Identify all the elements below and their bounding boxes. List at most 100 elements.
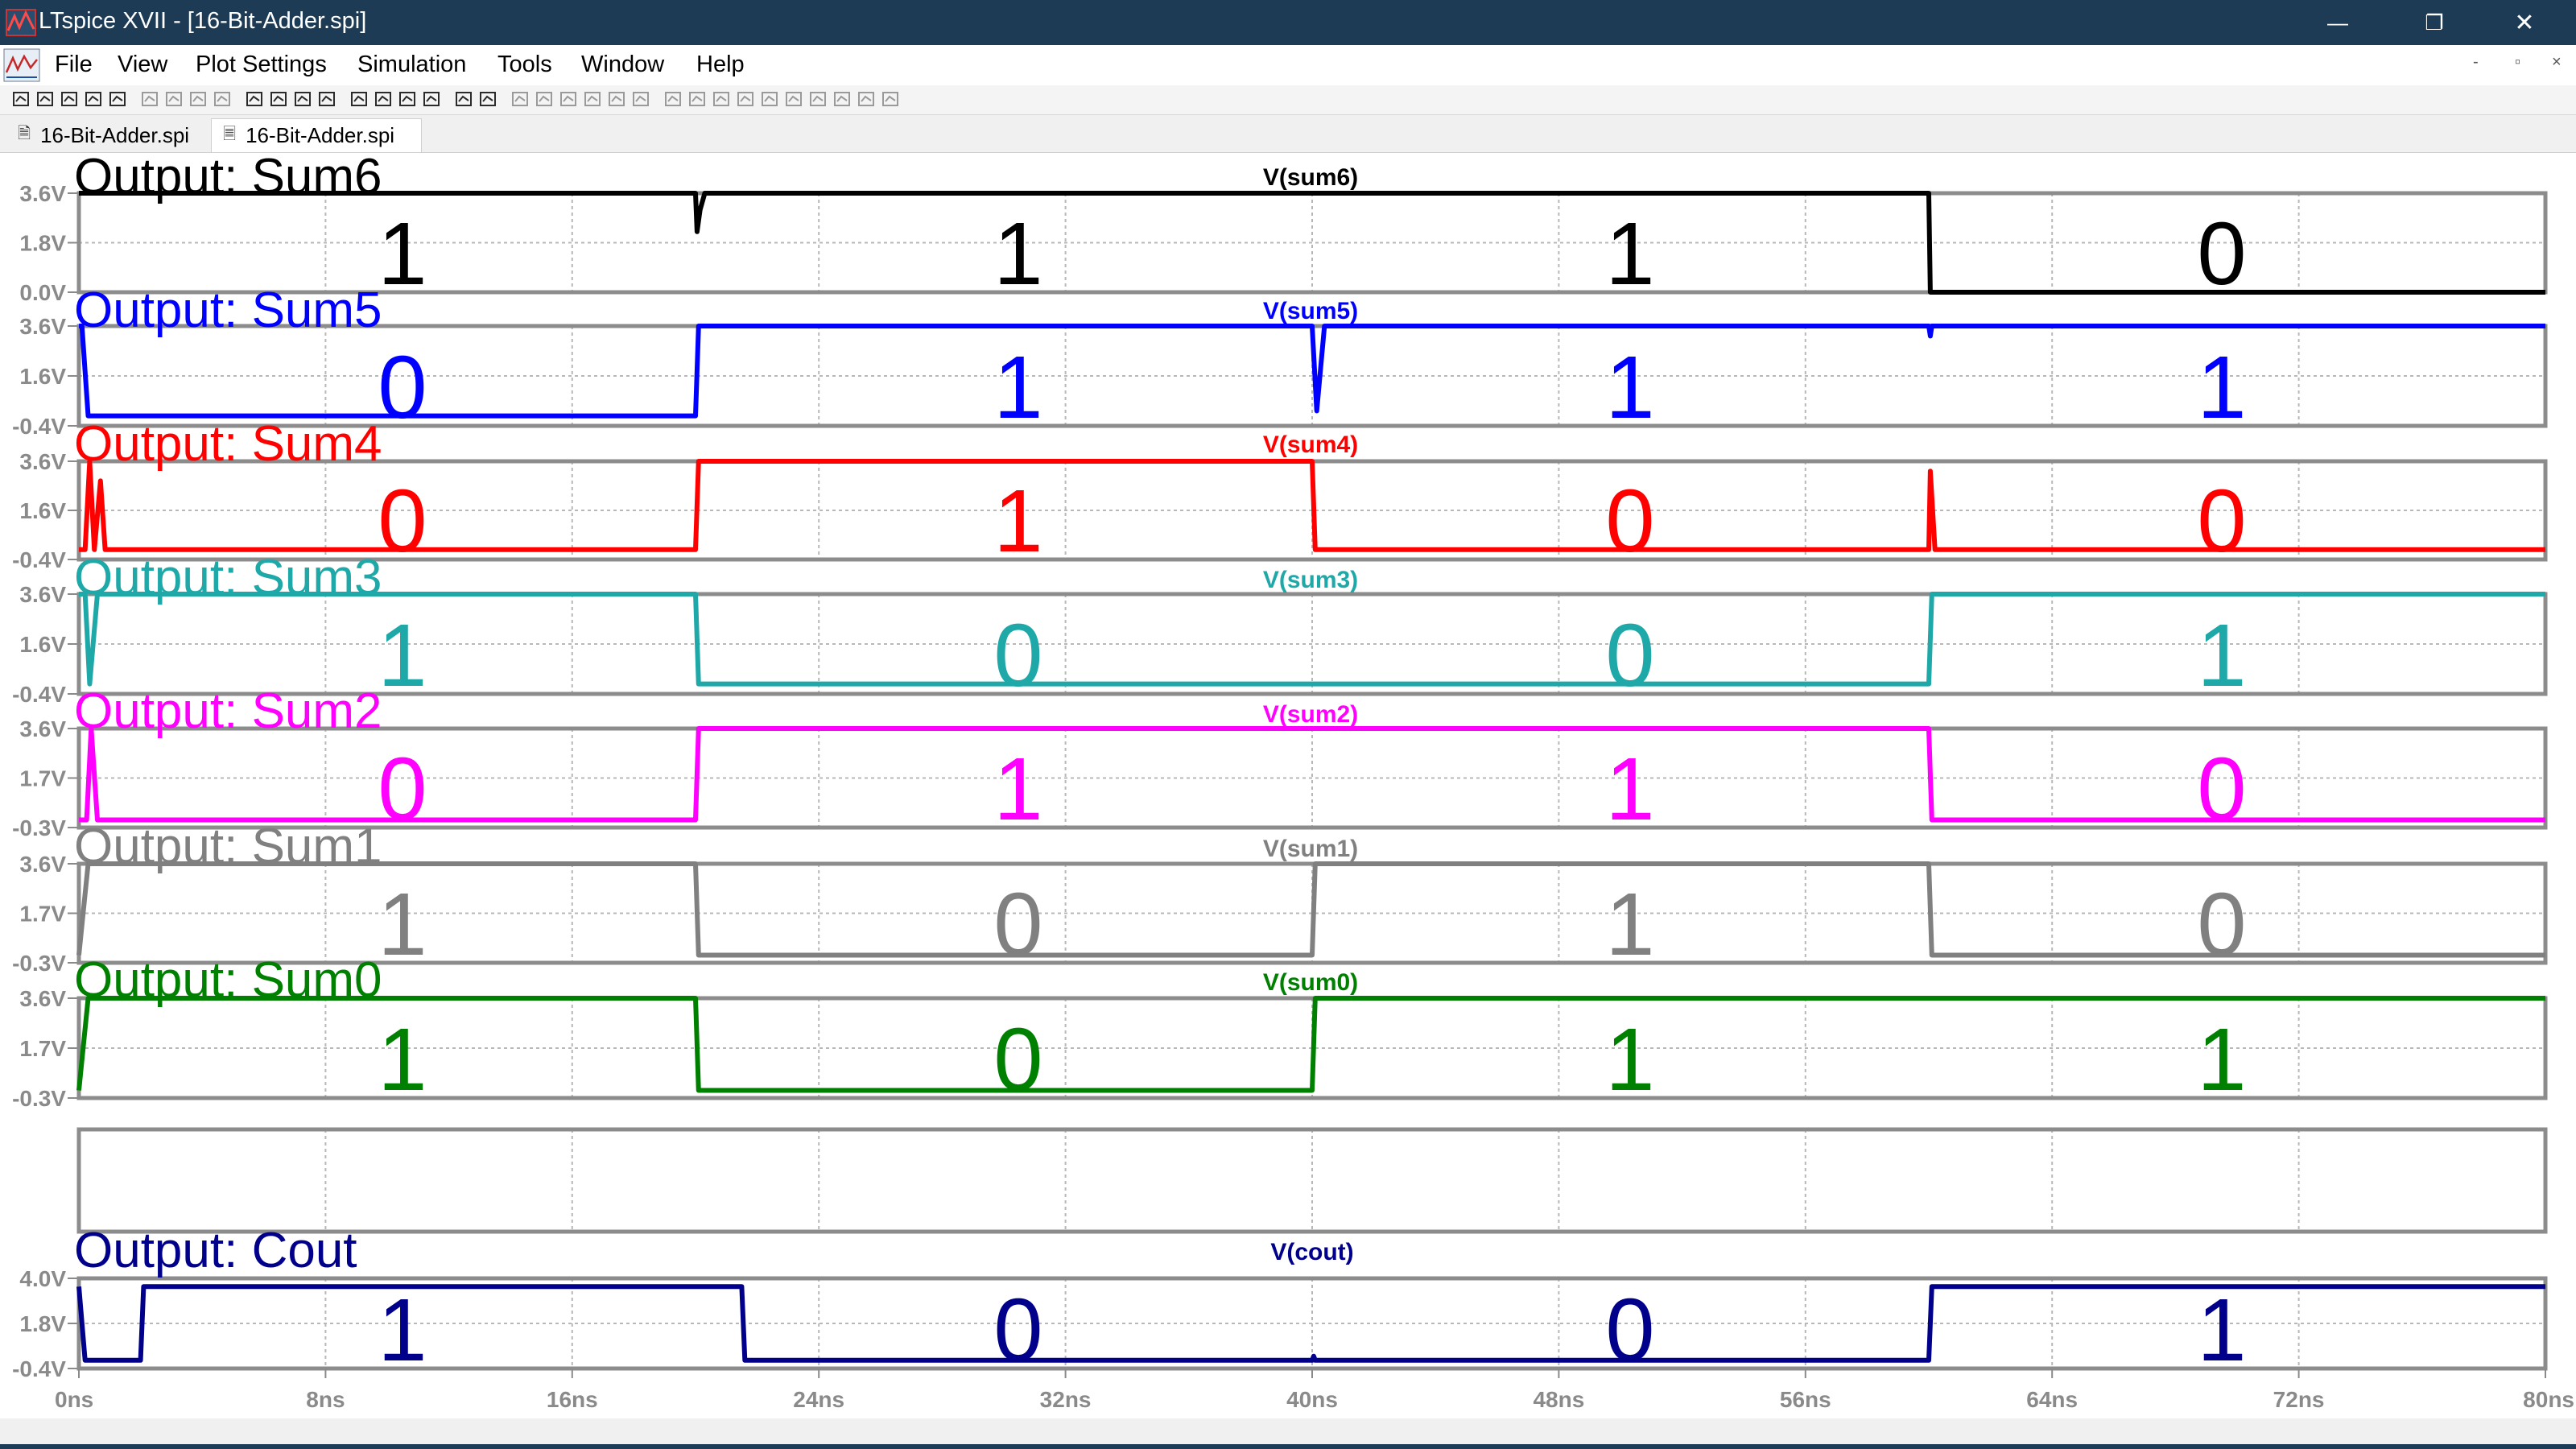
x-tick-label: 0ns [55,1387,93,1412]
redo-icon[interactable] [784,89,803,109]
diode-icon[interactable] [687,89,707,109]
y-tick-label: 3.6V [19,314,66,339]
undo-icon[interactable] [760,89,779,109]
resistor-icon[interactable] [607,89,626,109]
menu-help[interactable]: Help [696,52,745,78]
tab-schematic[interactable]: 🗎 16-Bit-Adder.spi [6,118,208,152]
restore-icon: ❐ [2425,10,2444,35]
ground-icon[interactable] [535,89,554,109]
cascade-icon[interactable] [317,89,336,109]
trace-label[interactable]: V(sum6) [1263,164,1358,191]
component-icon[interactable] [583,89,602,109]
zoom-out-icon[interactable] [164,89,184,109]
menu-view[interactable]: View [118,52,167,78]
inductor-icon[interactable] [663,89,683,109]
x-tick-label: 72ns [2273,1387,2325,1412]
trace-line-vsum4[interactable] [79,459,2545,552]
bit-value-label: 1 [378,1010,427,1109]
close-button[interactable]: ✕ [2486,3,2563,42]
status-bar [0,1418,2576,1449]
control-panel-icon[interactable] [84,89,103,109]
output-title: Output: Sum6 [74,153,382,204]
bit-value-label: 0 [993,1010,1042,1109]
y-tick-label: 3.6V [19,852,66,877]
bit-value-label: 0 [2197,740,2246,839]
y-tick-label: -0.4V [12,682,66,707]
zoom-fit-icon[interactable] [188,89,208,109]
restore-button[interactable]: ❐ [2396,3,2473,42]
mdi-restore-button[interactable]: ▫ [2515,53,2520,72]
print-preview-icon[interactable] [454,89,473,109]
y-tick-label: 1.7V [19,1036,66,1061]
bit-value-label: 1 [378,1281,427,1380]
open-icon[interactable] [35,89,55,109]
trace-label[interactable]: V(sum5) [1263,298,1358,324]
trace-label[interactable]: V(sum4) [1263,431,1358,458]
x-tick-label: 16ns [547,1387,598,1412]
y-tick-label: 3.6V [19,986,66,1011]
minimize-button[interactable]: — [2299,3,2376,42]
bit-value-label: 1 [2197,1010,2246,1109]
move-icon[interactable] [712,89,731,109]
print-icon[interactable] [478,89,497,109]
tile-horiz-icon[interactable] [269,89,288,109]
bit-value-label: 1 [2197,606,2246,705]
drag-icon[interactable] [736,89,755,109]
trace-label[interactable]: V(sum1) [1263,836,1358,862]
zoom-in-icon[interactable] [140,89,159,109]
tab-waveform[interactable]: 🗏 16-Bit-Adder.spi [211,118,422,152]
menu-file[interactable]: File [55,52,93,78]
bit-value-label: 1 [378,204,427,303]
bit-value-label: 0 [2197,875,2246,974]
copy-icon[interactable] [374,89,393,109]
trace-label[interactable]: V(sum2) [1263,701,1358,728]
spice-directive-icon[interactable] [881,89,900,109]
halt-icon[interactable] [108,89,127,109]
trace-line-vsum5[interactable] [79,324,2545,419]
save-icon[interactable] [60,89,79,109]
bit-value-label: 1 [993,204,1042,303]
y-tick-label: 3.6V [19,449,66,474]
waveform-plot[interactable]: 3.6V 1.8V 0.0V Output: Sum6 V(sum6) 1 1 1 0 3.6V 1… [0,153,2576,1418]
autorange-icon[interactable] [245,89,264,109]
x-tick-label: 56ns [1780,1387,1831,1412]
wire-icon[interactable] [510,89,530,109]
trace-label[interactable]: V(cout) [1270,1239,1353,1265]
zoom-cancel-icon[interactable] [213,89,232,109]
y-tick-label: 4.0V [19,1266,66,1291]
text-icon[interactable] [857,89,876,109]
window-title: LTspice XVII - [16-Bit-Adder.spi] [39,8,367,34]
rotate-icon[interactable] [808,89,828,109]
run-icon[interactable] [11,89,31,109]
x-tick-label: 80ns [2523,1387,2574,1412]
bit-value-label: 0 [378,338,427,437]
bit-value-label: 1 [378,875,427,974]
output-title: Output: Sum0 [74,952,382,1008]
bit-value-label: 0 [1605,1281,1654,1380]
menu-plot-settings[interactable]: Plot Settings [196,52,327,78]
trace-label[interactable]: V(sum3) [1263,567,1358,593]
paste-icon[interactable] [398,89,417,109]
tile-vert-icon[interactable] [293,89,312,109]
mdi-minimize-button[interactable]: - [2473,53,2479,72]
waveform-doc-icon: 🗏 [223,125,237,143]
bit-value-label: 0 [993,606,1042,705]
find-icon[interactable] [422,89,441,109]
cut-icon[interactable] [349,89,369,109]
bit-value-label: 1 [1605,338,1654,437]
x-tick-label: 48ns [1533,1387,1584,1412]
output-title: Output: Sum1 [74,819,382,874]
menu-window[interactable]: Window [581,52,664,78]
label-icon[interactable] [559,89,578,109]
mdi-close-button[interactable]: × [2552,53,2562,72]
trace-label[interactable]: V(sum0) [1263,969,1358,996]
y-tick-label: -0.4V [12,414,66,439]
mirror-icon[interactable] [832,89,852,109]
y-tick-label: 1.6V [19,364,66,389]
capacitor-icon[interactable] [631,89,650,109]
menu-simulation[interactable]: Simulation [357,52,466,78]
menu-tools[interactable]: Tools [497,52,552,78]
output-title: Output: Sum4 [74,416,382,472]
bit-value-label: 0 [993,1281,1042,1380]
bit-value-label: 1 [2197,1281,2246,1380]
